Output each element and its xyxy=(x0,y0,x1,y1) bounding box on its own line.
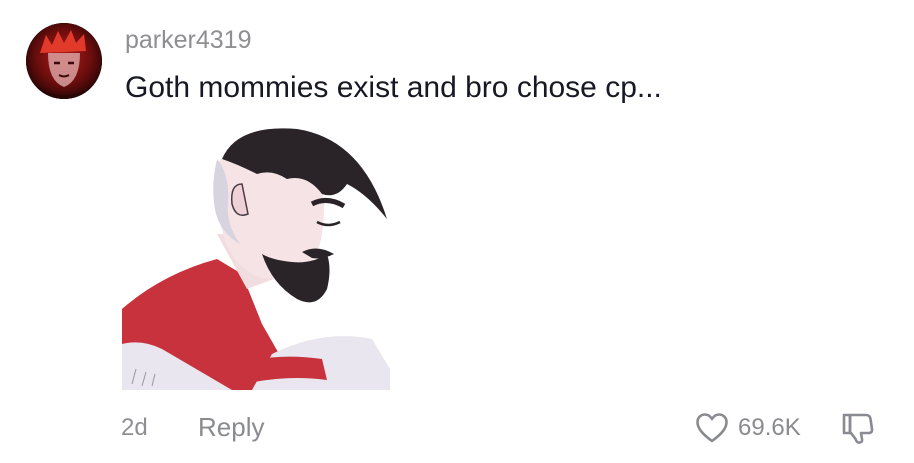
comment-text: Goth mommies exist and bro chose cp... xyxy=(125,71,662,104)
thumbs-down-icon[interactable] xyxy=(841,411,875,445)
username[interactable]: parker4319 xyxy=(125,25,251,55)
avatar[interactable] xyxy=(26,23,102,99)
like-count: 69.6K xyxy=(738,414,801,441)
timestamp: 2d xyxy=(121,414,148,441)
comment-actions: 2d Reply 69.6K xyxy=(0,408,914,448)
heart-icon[interactable] xyxy=(695,412,729,444)
comment-sticker xyxy=(122,124,390,390)
reply-button[interactable]: Reply xyxy=(198,412,264,442)
